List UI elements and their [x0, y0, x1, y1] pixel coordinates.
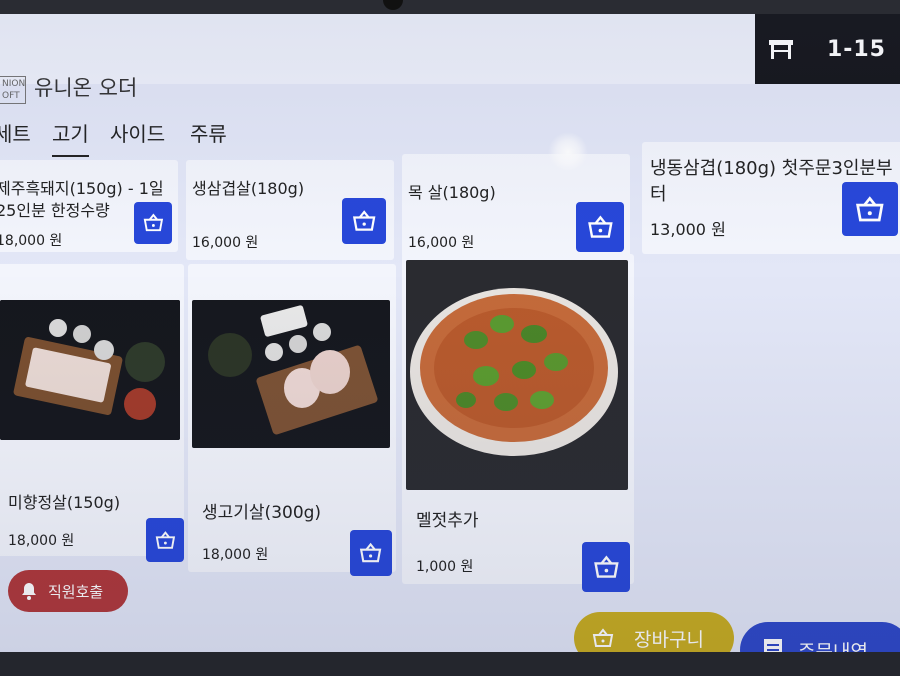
menu-item-photo [192, 300, 390, 448]
menu-item-photo [406, 260, 628, 490]
brand-logo: NION OFT [0, 76, 26, 104]
basket-icon [593, 555, 619, 578]
menu-item-price: 18,000 원 [202, 547, 269, 563]
menu-card-meljeot[interactable]: 멜젓추가 1,000 원 [402, 254, 634, 592]
menu-item-price: 16,000 원 [408, 235, 475, 251]
screen-glare [548, 132, 588, 172]
kiosk-screen: NION OFT 유니온 오더 1-15 세트 고기 사이드 주류 제주흑돼지(… [0, 14, 900, 654]
staff-call-button[interactable]: 직원호출 [8, 570, 128, 612]
brand-name: 유니온 오더 [34, 76, 138, 100]
menu-item-price: 1,000 원 [416, 559, 474, 575]
menu-card-jeju-pork[interactable]: 제주흑돼지(150g) - 1일 25인분 한정수량 18,000 원 [0, 160, 178, 252]
order-history-button[interactable]: 주문내역 [740, 622, 900, 654]
tab-side[interactable]: 사이드 [110, 118, 165, 155]
basket-icon [155, 530, 175, 549]
basket-icon [856, 196, 884, 222]
add-to-cart-button[interactable] [134, 202, 172, 244]
basket-icon [592, 628, 614, 647]
menu-card-frozen-samgyeop[interactable]: 냉동삼겹(180g) 첫주문3인분부터 13,000 원 [642, 142, 900, 254]
basket-icon [360, 542, 382, 563]
tab-liquor[interactable]: 주류 [190, 118, 227, 155]
add-to-cart-button[interactable] [842, 182, 898, 236]
table-indicator: 1-15 [755, 14, 900, 84]
table-icon [769, 40, 793, 59]
add-to-cart-button[interactable] [576, 202, 624, 252]
menu-item-photo [0, 300, 180, 440]
menu-item-price: 18,000 원 [8, 533, 75, 549]
menu-item-name: 미향정살(150g) [8, 493, 121, 512]
bell-icon [22, 583, 36, 600]
menu-card-samgyeopsal[interactable]: 생삼겹살(180g) 16,000 원 [186, 160, 394, 260]
meljeot-dish-image [406, 260, 628, 490]
menu-item-name: 목 살(180g) [408, 183, 496, 202]
basket-icon [143, 213, 163, 232]
menu-item-price: 13,000 원 [650, 220, 726, 239]
add-to-cart-button[interactable] [342, 198, 386, 244]
menu-item-price: 16,000 원 [192, 235, 259, 251]
menu-item-name: 생고기살(300g) [202, 503, 322, 523]
menu-item-name: 생삼겹살(180g) [192, 179, 305, 198]
cart-label: 장바구니 [634, 628, 704, 651]
basket-icon [352, 210, 376, 231]
menu-card-mihyangjeongsal[interactable]: 미향정살(150g) 18,000 원 [0, 264, 184, 562]
basket-icon [587, 215, 613, 238]
brand-logo-text: NION OFT [2, 79, 26, 101]
add-to-cart-button[interactable] [582, 542, 630, 592]
meat-board-image [192, 300, 390, 448]
table-number: 1-15 [826, 36, 886, 62]
tab-meat[interactable]: 고기 [52, 118, 89, 157]
menu-item-name: 멜젓추가 [416, 511, 479, 531]
add-to-cart-button[interactable] [350, 530, 392, 576]
menu-item-price: 18,000 원 [0, 233, 63, 249]
tab-set[interactable]: 세트 [0, 118, 31, 155]
menu-card-moksal[interactable]: 목 살(180g) 16,000 원 [402, 154, 630, 258]
tablet-bezel-bottom [0, 652, 900, 676]
staff-call-label: 직원호출 [48, 582, 104, 601]
cart-button[interactable]: 장바구니 [574, 612, 734, 654]
add-to-cart-button[interactable] [146, 518, 184, 562]
menu-card-saenggogisal[interactable]: 생고기살(300g) 18,000 원 [188, 264, 396, 576]
meat-platter-image [0, 300, 180, 440]
